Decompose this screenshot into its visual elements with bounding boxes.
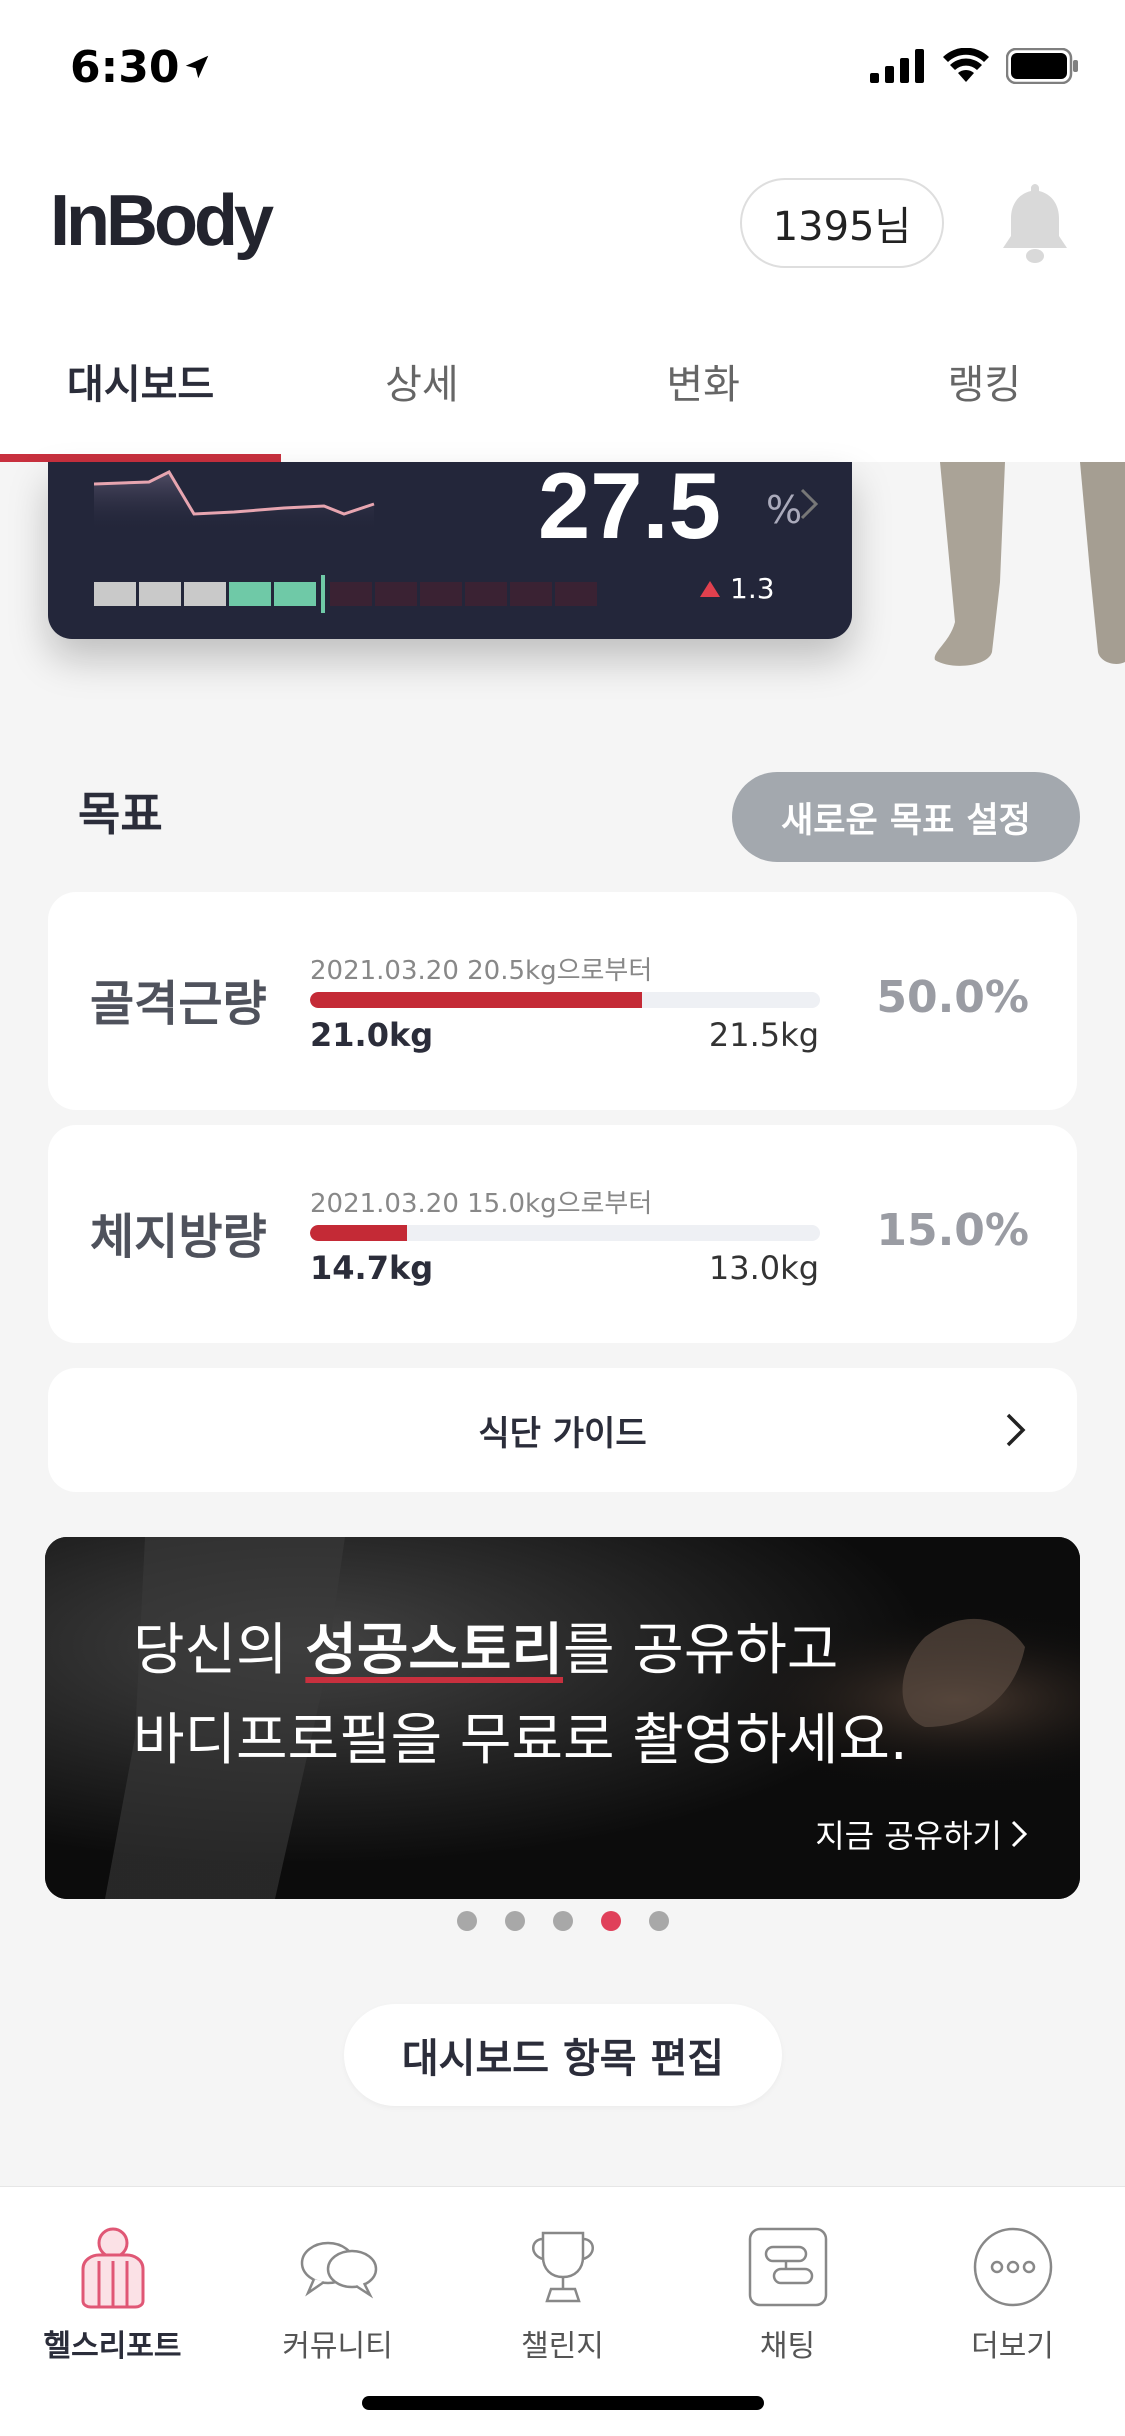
banner-line-1: 당신의 성공스토리를 공유하고 — [133, 1618, 839, 1683]
goals-title: 목표 — [78, 787, 163, 841]
goal-target-value: 21.5kg — [708, 1016, 819, 1054]
goal-name: 골격근량 — [90, 976, 267, 1032]
goal-progress-fill — [310, 992, 642, 1008]
goal-current-value: 14.7kg — [310, 1249, 434, 1287]
cellular-signal-icon — [870, 49, 924, 83]
chevron-right-icon — [800, 488, 819, 520]
community-icon — [300, 2241, 377, 2299]
nav-label: 챌린지 — [521, 2329, 604, 2364]
goal-target-value: 13.0kg — [708, 1249, 819, 1287]
goal-percent: 15.0% — [876, 1205, 1029, 1256]
trophy-icon — [531, 2231, 594, 2303]
nav-health-report[interactable]: 헬스리포트 — [0, 2187, 225, 2387]
nav-community[interactable]: 커뮤니티 — [225, 2187, 450, 2387]
bell-icon[interactable] — [998, 180, 1072, 268]
goal-baseline: 2021.03.20 20.5kg으로부터 — [310, 956, 653, 986]
status-bar: 6:30 — [0, 0, 1125, 140]
promo-banner[interactable]: 당신의 성공스토리를 공유하고 바디프로필을 무료로 촬영하세요. 지금 공유하… — [45, 1537, 1080, 1899]
goal-baseline: 2021.03.20 15.0kg으로부터 — [310, 1189, 653, 1219]
trend-sparkline — [94, 470, 375, 532]
app-header: InBody 1395님 — [0, 140, 1125, 325]
status-time: 6:30 — [70, 42, 180, 93]
body-fat-segment-bar — [94, 575, 597, 613]
carousel-dot[interactable] — [456, 1911, 477, 1931]
user-pill[interactable]: 1395님 — [740, 178, 944, 268]
goal-card-body-fat[interactable]: 체지방량 2021.03.20 15.0kg으로부터 14.7kg 13.0kg… — [48, 1125, 1077, 1343]
tab-bar: 대시보드 상세 변화 랭킹 — [0, 325, 1125, 462]
tab-change[interactable]: 변화 — [563, 325, 844, 462]
nav-chat[interactable]: 채팅 — [675, 2187, 900, 2387]
body-fat-card[interactable]: 27.5 % 1.3 — [48, 462, 852, 639]
diet-guide-button[interactable]: 식단 가이드 — [48, 1368, 1077, 1492]
banner-emphasis: 성공스토리 — [305, 1618, 563, 1683]
nav-label: 커뮤니티 — [282, 2329, 393, 2364]
health-report-icon — [81, 2227, 144, 2309]
nav-challenge[interactable]: 챌린지 — [450, 2187, 675, 2387]
home-indicator — [362, 2396, 764, 2410]
battery-icon — [1006, 48, 1078, 84]
nav-label: 채팅 — [759, 2329, 816, 2364]
carousel-dot[interactable] — [648, 1911, 669, 1931]
edit-dashboard-button[interactable]: 대시보드 항목 편집 — [344, 2004, 782, 2106]
goal-current-value: 21.0kg — [310, 1016, 434, 1054]
nav-label: 헬스리포트 — [43, 2329, 182, 2364]
body-figure-legs — [934, 462, 1125, 666]
chat-icon — [748, 2227, 827, 2307]
goal-progress-fill — [310, 1225, 407, 1241]
goal-card-skeletal-muscle[interactable]: 골격근량 2021.03.20 20.5kg으로부터 21.0kg 21.5kg… — [48, 892, 1077, 1110]
tab-ranking[interactable]: 랭킹 — [844, 325, 1125, 462]
carousel-dot-active[interactable] — [600, 1911, 621, 1931]
goal-progress-track — [310, 1225, 820, 1241]
chevron-right-icon — [1011, 1820, 1028, 1848]
new-goal-button[interactable]: 새로운 목표 설정 — [732, 772, 1080, 862]
carousel-dot[interactable] — [504, 1911, 525, 1931]
more-icon — [973, 2227, 1052, 2307]
nav-more[interactable]: 더보기 — [900, 2187, 1125, 2387]
goal-percent: 50.0% — [876, 972, 1029, 1023]
wifi-icon — [943, 48, 989, 82]
location-arrow-icon — [185, 55, 209, 79]
share-now-label: 지금 공유하기 — [815, 1817, 1002, 1855]
up-triangle-icon — [700, 580, 720, 597]
carousel-dots — [0, 1911, 1125, 1931]
tab-dashboard[interactable]: 대시보드 — [0, 325, 282, 462]
carousel-dot[interactable] — [552, 1911, 573, 1931]
nav-label: 더보기 — [971, 2329, 1054, 2364]
goal-name: 체지방량 — [90, 1209, 267, 1265]
chevron-right-icon — [1006, 1413, 1026, 1447]
diet-guide-label: 식단 가이드 — [478, 1413, 647, 1454]
banner-line-2: 바디프로필을 무료로 촬영하세요. — [133, 1708, 908, 1773]
share-now-link[interactable]: 지금 공유하기 — [815, 1811, 1030, 1857]
body-fat-value: 27.5 — [538, 462, 721, 558]
goal-progress-track — [310, 992, 820, 1008]
status-icons — [870, 48, 1080, 84]
inbody-logo: InBody — [50, 181, 274, 261]
tab-detail[interactable]: 상세 — [281, 325, 562, 462]
body-fat-delta-value: 1.3 — [730, 572, 775, 605]
body-fat-delta: 1.3 — [700, 572, 775, 605]
